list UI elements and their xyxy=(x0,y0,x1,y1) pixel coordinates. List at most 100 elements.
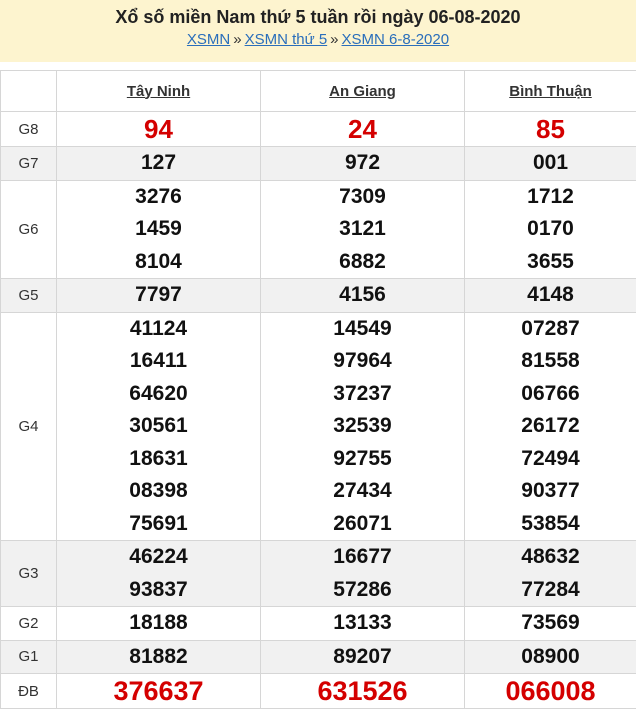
prize-cell: 4863277284 xyxy=(465,541,636,607)
prize-number: 6882 xyxy=(261,246,464,279)
prize-number: 72494 xyxy=(465,443,636,476)
highlight-number: 85 xyxy=(465,112,636,146)
prize-cell: 730931216882 xyxy=(261,180,465,279)
prize-number: 8104 xyxy=(57,246,260,279)
prize-cell: 4148 xyxy=(465,279,636,313)
province-header: Bình Thuận xyxy=(465,71,636,112)
prize-label: G5 xyxy=(1,279,57,313)
breadcrumb: XSMN»XSMN thứ 5»XSMN 6-8-2020 xyxy=(0,30,636,50)
prize-number: 32539 xyxy=(261,410,464,443)
prize-number: 0170 xyxy=(465,213,636,246)
prize-row: G6327614598104730931216882171201703655 xyxy=(1,180,636,279)
prize-number: 07287 xyxy=(465,313,636,346)
prize-number: 26071 xyxy=(261,508,464,541)
prize-cell: 41124164116462030561186310839875691 xyxy=(57,312,261,541)
province-link-binh-thuan[interactable]: Bình Thuận xyxy=(509,83,592,100)
prize-label: G8 xyxy=(1,112,57,147)
prize-number: 3121 xyxy=(261,213,464,246)
page-header: Xổ số miền Nam thứ 5 tuần rồi ngày 06-08… xyxy=(0,0,636,62)
prize-number: 27434 xyxy=(261,475,464,508)
results-table: Tây Ninh An Giang Bình Thuận G8942485G71… xyxy=(0,70,636,709)
prize-number: 48632 xyxy=(465,541,636,574)
prize-label: G3 xyxy=(1,541,57,607)
prize-label: G6 xyxy=(1,180,57,279)
highlight-number: 376637 xyxy=(57,674,260,708)
prize-number: 93837 xyxy=(57,574,260,607)
prize-cell: 24 xyxy=(261,112,465,147)
province-link-tay-ninh[interactable]: Tây Ninh xyxy=(127,83,190,100)
prize-number: 7797 xyxy=(57,279,260,312)
prize-cell: 631526 xyxy=(261,674,465,709)
prize-number: 89207 xyxy=(261,641,464,674)
prize-cell: 07287815580676626172724949037753854 xyxy=(465,312,636,541)
corner-cell xyxy=(1,71,57,112)
prize-number: 41124 xyxy=(57,313,260,346)
prize-cell: 066008 xyxy=(465,674,636,709)
prize-number: 18188 xyxy=(57,607,260,640)
prize-number: 97964 xyxy=(261,345,464,378)
prize-label: G4 xyxy=(1,312,57,541)
prize-number: 53854 xyxy=(465,508,636,541)
prize-cell: 89207 xyxy=(261,640,465,674)
prize-row: G8942485 xyxy=(1,112,636,147)
prize-number: 08900 xyxy=(465,641,636,674)
prize-row: G2181881313373569 xyxy=(1,607,636,641)
province-header: An Giang xyxy=(261,71,465,112)
highlight-number: 631526 xyxy=(261,674,464,708)
prize-number: 16677 xyxy=(261,541,464,574)
prize-table-body: G8942485G7127972001G63276145981047309312… xyxy=(1,112,636,709)
prize-row: G5779741564148 xyxy=(1,279,636,313)
prize-cell: 171201703655 xyxy=(465,180,636,279)
province-link-an-giang[interactable]: An Giang xyxy=(329,83,396,100)
prize-row: ĐB376637631526066008 xyxy=(1,674,636,709)
prize-row: G1818828920708900 xyxy=(1,640,636,674)
prize-cell: 14549979643723732539927552743426071 xyxy=(261,312,465,541)
prize-label: G7 xyxy=(1,147,57,181)
breadcrumb-link-xsmn[interactable]: XSMN xyxy=(187,31,230,48)
breadcrumb-separator: » xyxy=(327,31,341,48)
prize-number: 92755 xyxy=(261,443,464,476)
prize-cell: 13133 xyxy=(261,607,465,641)
prize-number: 3655 xyxy=(465,246,636,279)
prize-cell: 18188 xyxy=(57,607,261,641)
prize-number: 30561 xyxy=(57,410,260,443)
prize-number: 73569 xyxy=(465,607,636,640)
prize-row: G3462249383716677572864863277284 xyxy=(1,541,636,607)
breadcrumb-link-xsmn-thu5[interactable]: XSMN thứ 5 xyxy=(245,31,328,48)
prize-number: 1459 xyxy=(57,213,260,246)
prize-number: 81882 xyxy=(57,641,260,674)
prize-cell: 127 xyxy=(57,147,261,181)
highlight-number: 066008 xyxy=(465,674,636,708)
prize-number: 18631 xyxy=(57,443,260,476)
province-header: Tây Ninh xyxy=(57,71,261,112)
prize-number: 16411 xyxy=(57,345,260,378)
province-header-row: Tây Ninh An Giang Bình Thuận xyxy=(1,71,636,112)
prize-cell: 4156 xyxy=(261,279,465,313)
prize-cell: 376637 xyxy=(57,674,261,709)
prize-label: G2 xyxy=(1,607,57,641)
prize-number: 90377 xyxy=(465,475,636,508)
prize-cell: 972 xyxy=(261,147,465,181)
prize-number: 4156 xyxy=(261,279,464,312)
prize-number: 46224 xyxy=(57,541,260,574)
prize-number: 81558 xyxy=(465,345,636,378)
prize-cell: 94 xyxy=(57,112,261,147)
prize-row: G7127972001 xyxy=(1,147,636,181)
prize-label: ĐB xyxy=(1,674,57,709)
breadcrumb-link-xsmn-date[interactable]: XSMN 6-8-2020 xyxy=(342,31,450,48)
prize-number: 75691 xyxy=(57,508,260,541)
prize-number: 08398 xyxy=(57,475,260,508)
prize-cell: 001 xyxy=(465,147,636,181)
prize-number: 57286 xyxy=(261,574,464,607)
prize-number: 972 xyxy=(261,147,464,180)
page-title: Xổ số miền Nam thứ 5 tuần rồi ngày 06-08… xyxy=(0,6,636,28)
prize-cell: 81882 xyxy=(57,640,261,674)
prize-number: 3276 xyxy=(57,181,260,214)
highlight-number: 24 xyxy=(261,112,464,146)
prize-number: 7309 xyxy=(261,181,464,214)
prize-number: 77284 xyxy=(465,574,636,607)
prize-number: 14549 xyxy=(261,313,464,346)
highlight-number: 94 xyxy=(57,112,260,146)
prize-cell: 73569 xyxy=(465,607,636,641)
prize-number: 06766 xyxy=(465,378,636,411)
